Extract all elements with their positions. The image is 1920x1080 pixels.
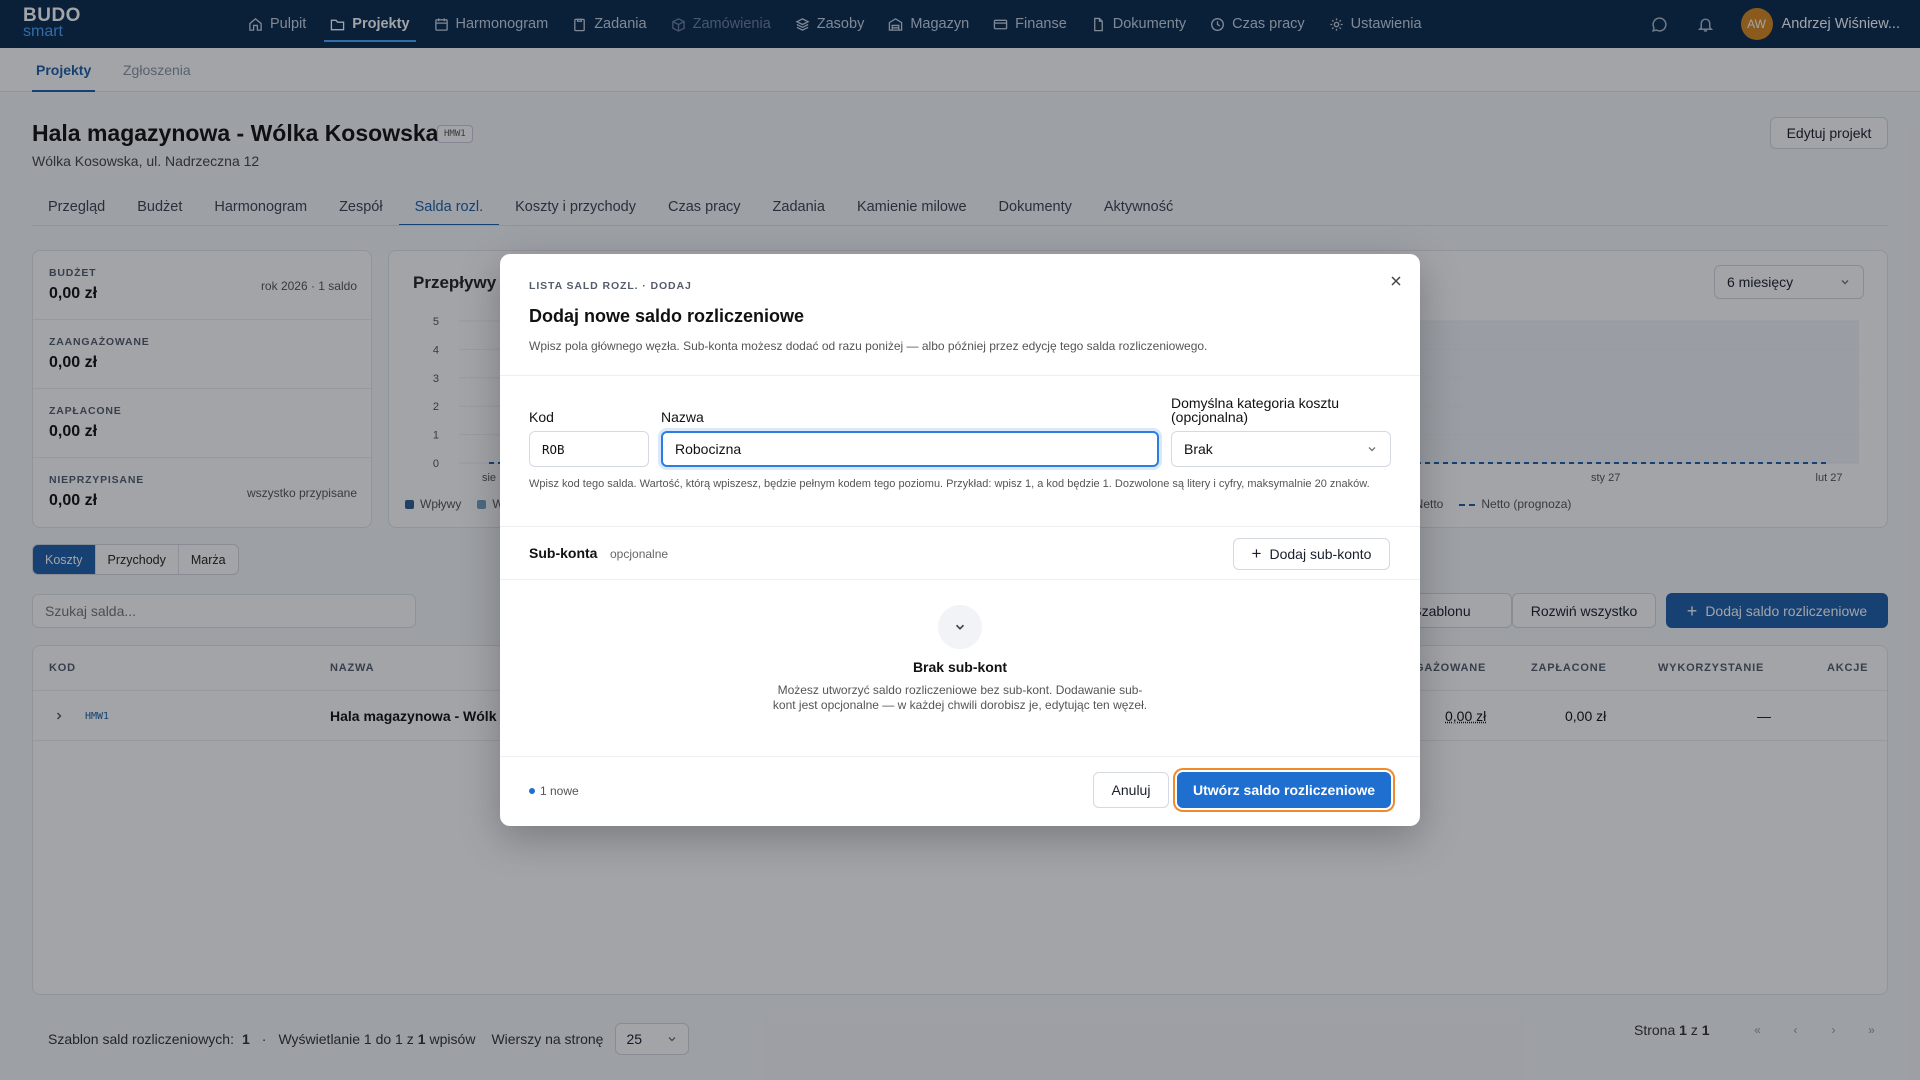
add-balance-modal: LISTA SALD ROZL. · DODAJ Dodaj nowe sald… — [500, 254, 1420, 826]
modal-description: Wpisz pola głównego węzła. Sub-konta moż… — [529, 339, 1208, 353]
new-count: 1 nowe — [540, 784, 579, 798]
divider — [500, 526, 1420, 527]
code-hint: Wpisz kod tego salda. Wartość, którą wpi… — [529, 478, 1370, 490]
divider — [500, 579, 1420, 580]
status-dot — [529, 788, 535, 794]
category-value: Brak — [1184, 441, 1213, 457]
name-field[interactable] — [661, 431, 1159, 467]
divider — [500, 756, 1420, 757]
empty-state-description: Możesz utworzyć saldo rozliczeniowe bez … — [772, 683, 1148, 712]
code-field[interactable] — [529, 431, 649, 467]
category-label: Domyślna kategoria kosztu (opcjonalna) — [1171, 395, 1340, 425]
create-balance-button[interactable]: Utwórz saldo rozliczeniowe — [1177, 772, 1391, 808]
add-subaccount-button[interactable]: + Dodaj sub-konto — [1233, 538, 1390, 570]
divider — [500, 375, 1420, 376]
subaccounts-optional-note: opcjonalne — [610, 547, 669, 561]
subaccounts-title: Sub-konta — [529, 545, 598, 561]
code-label: Kod — [529, 409, 554, 425]
chevron-down-icon — [1368, 447, 1376, 452]
chevron-down-icon — [938, 605, 982, 649]
add-subaccount-label: Dodaj sub-konto — [1269, 546, 1372, 562]
category-select[interactable]: Brak — [1171, 431, 1391, 467]
cancel-button[interactable]: Anuluj — [1093, 772, 1169, 808]
modal-title: Dodaj nowe saldo rozliczeniowe — [529, 306, 805, 326]
empty-state-title: Brak sub-kont — [912, 659, 1008, 675]
name-label: Nazwa — [661, 409, 704, 425]
close-icon[interactable] — [1385, 270, 1407, 292]
plus-icon: + — [1251, 544, 1262, 563]
new-items-indicator: 1 nowe — [529, 784, 579, 798]
modal-eyebrow: LISTA SALD ROZL. · DODAJ — [529, 280, 692, 292]
